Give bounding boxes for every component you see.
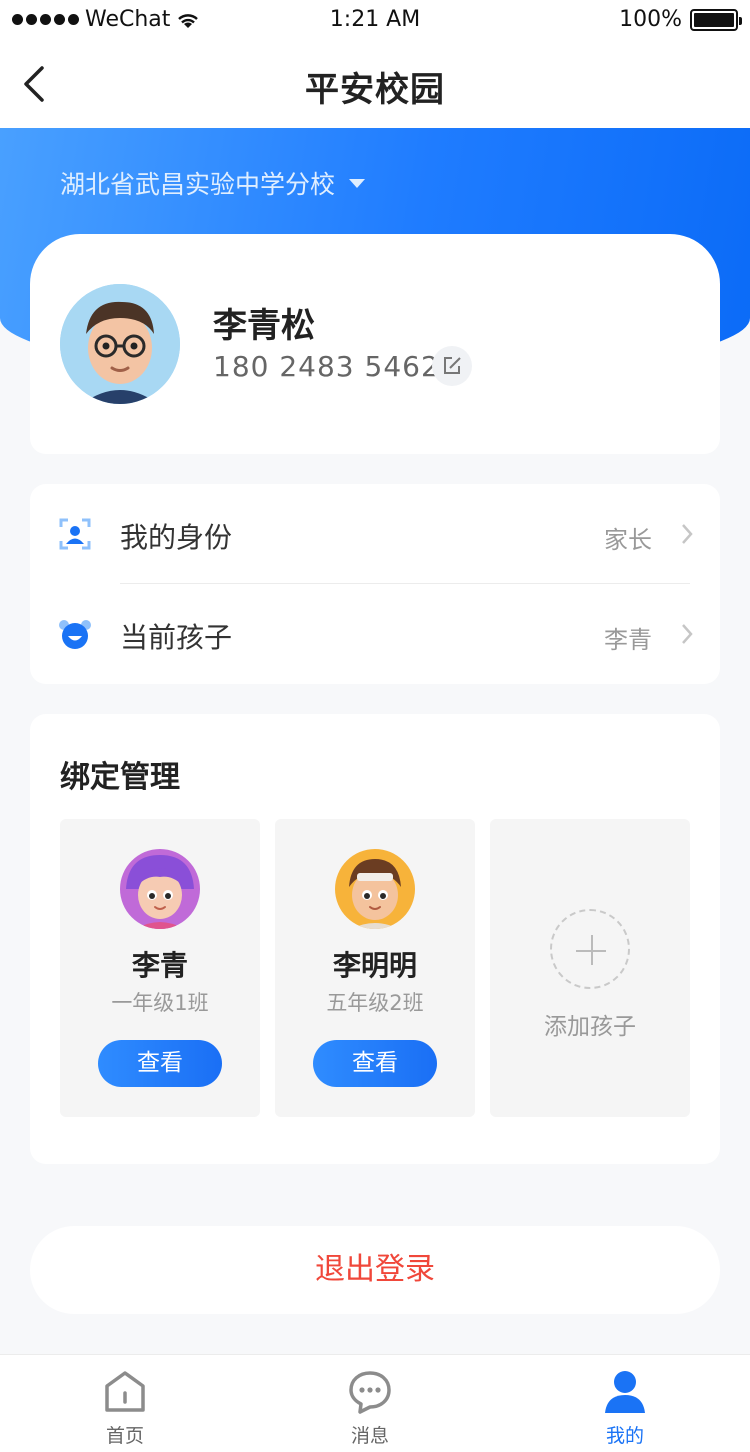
child-class: 五年级2班	[326, 991, 424, 1015]
info-card: 我的身份 家长 当前孩子 李青	[30, 484, 720, 684]
school-selector[interactable]: 湖北省武昌实验中学分校	[60, 165, 366, 201]
chevron-right-icon	[682, 524, 693, 544]
view-child-button[interactable]: 查看	[98, 1040, 222, 1087]
view-child-button[interactable]: 查看	[313, 1040, 437, 1087]
user-name: 李青松	[213, 306, 315, 346]
user-phone: 180 2483 5462	[213, 350, 440, 383]
child-name: 李青	[131, 949, 188, 982]
current-child-value: 李青	[604, 626, 652, 654]
bind-management-card: 绑定管理 李青 一年级1班 查看 李明明 五年级2班 查看 添加孩子	[30, 714, 720, 1164]
child-avatar	[335, 849, 415, 929]
edit-phone-button[interactable]	[432, 346, 472, 386]
school-name: 湖北省武昌实验中学分校	[60, 170, 336, 199]
child-name: 李明明	[332, 949, 417, 982]
nav-bar: 平安校园	[0, 40, 750, 128]
person-icon	[605, 1371, 645, 1413]
tab-home[interactable]: 首页	[45, 1355, 205, 1452]
home-icon	[105, 1371, 145, 1412]
tab-label: 我的	[605, 1425, 644, 1447]
current-child-label: 当前孩子	[120, 621, 233, 654]
tab-messages[interactable]: 消息	[290, 1355, 450, 1452]
child-avatar-image	[120, 849, 200, 929]
tab-bar: 首页 消息 我的	[0, 1354, 750, 1452]
page-title: 平安校园	[305, 70, 445, 110]
tab-label: 首页	[105, 1425, 144, 1447]
add-child-label: 添加孩子	[544, 1014, 636, 1040]
identity-icon	[59, 518, 91, 550]
identity-row[interactable]: 我的身份 家长	[30, 484, 720, 584]
current-child-row[interactable]: 当前孩子 李青	[30, 584, 720, 684]
battery-status: 100%	[619, 7, 742, 32]
battery-percent: 100%	[619, 7, 682, 32]
profile-card: 李青松 180 2483 5462	[30, 234, 720, 454]
edit-icon	[444, 357, 461, 374]
bind-title: 绑定管理	[60, 760, 180, 795]
battery-icon	[690, 8, 742, 31]
identity-value: 家长	[604, 526, 652, 554]
message-icon	[349, 1371, 391, 1414]
caret-down-icon	[349, 178, 366, 188]
avatar-image	[60, 284, 180, 404]
child-avatar	[120, 849, 200, 929]
chevron-right-icon	[682, 624, 693, 644]
identity-label: 我的身份	[120, 521, 233, 554]
status-bar: WeChat 1:21 AM 100%	[0, 0, 750, 40]
child-card: 李青 一年级1班 查看	[60, 819, 260, 1117]
logout-button[interactable]: 退出登录	[30, 1226, 720, 1314]
add-child-card[interactable]: 添加孩子	[490, 819, 690, 1117]
plus-icon	[550, 909, 630, 989]
child-class: 一年级1班	[111, 991, 209, 1015]
avatar	[60, 284, 180, 404]
child-avatar-image	[335, 849, 415, 929]
child-face-icon	[59, 620, 91, 649]
tab-mine[interactable]: 我的	[545, 1355, 705, 1452]
child-card: 李明明 五年级2班 查看	[275, 819, 475, 1117]
tab-label: 消息	[350, 1425, 389, 1447]
